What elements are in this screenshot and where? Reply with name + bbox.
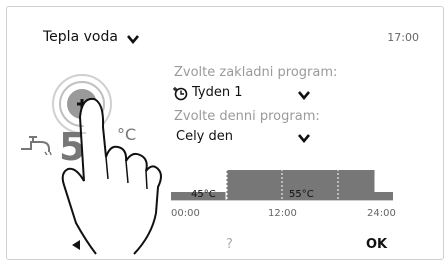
mode-title[interactable]: Tepla voda	[43, 29, 118, 45]
daily-program-label: Zvolte denni program:	[174, 109, 320, 124]
daily-profile-chart: 45°C 55°C 00:00 12:00 24:00	[171, 161, 396, 219]
x-tick-label: 00:00	[171, 208, 200, 219]
help-button[interactable]: ?	[226, 237, 233, 252]
clock-time: 17:00	[387, 31, 419, 44]
x-tick-label: 24:00	[367, 208, 396, 219]
x-tick-label: 12:00	[268, 208, 297, 219]
segment-low-evening	[374, 192, 393, 200]
daily-program-select[interactable]: Cely den	[176, 129, 233, 144]
chevron-down-icon[interactable]	[127, 35, 139, 44]
chevron-down-icon[interactable]	[298, 91, 310, 100]
segment-temp-label: 45°C	[191, 189, 216, 200]
segment-temp-label: 55°C	[289, 189, 314, 200]
base-program-select[interactable]: Tyden 1	[192, 85, 243, 100]
base-program-label: Zvolte zakladni program:	[174, 65, 338, 80]
thermostat-screen: Tepla voda 17:00 5 °C Zvolte zakladni pr…	[6, 6, 444, 260]
clock-program-icon	[173, 87, 188, 101]
water-tap-icon	[21, 136, 52, 155]
chevron-down-icon[interactable]	[298, 134, 310, 143]
ok-button[interactable]: OK	[366, 237, 387, 252]
back-arrow-icon[interactable]	[71, 239, 85, 251]
